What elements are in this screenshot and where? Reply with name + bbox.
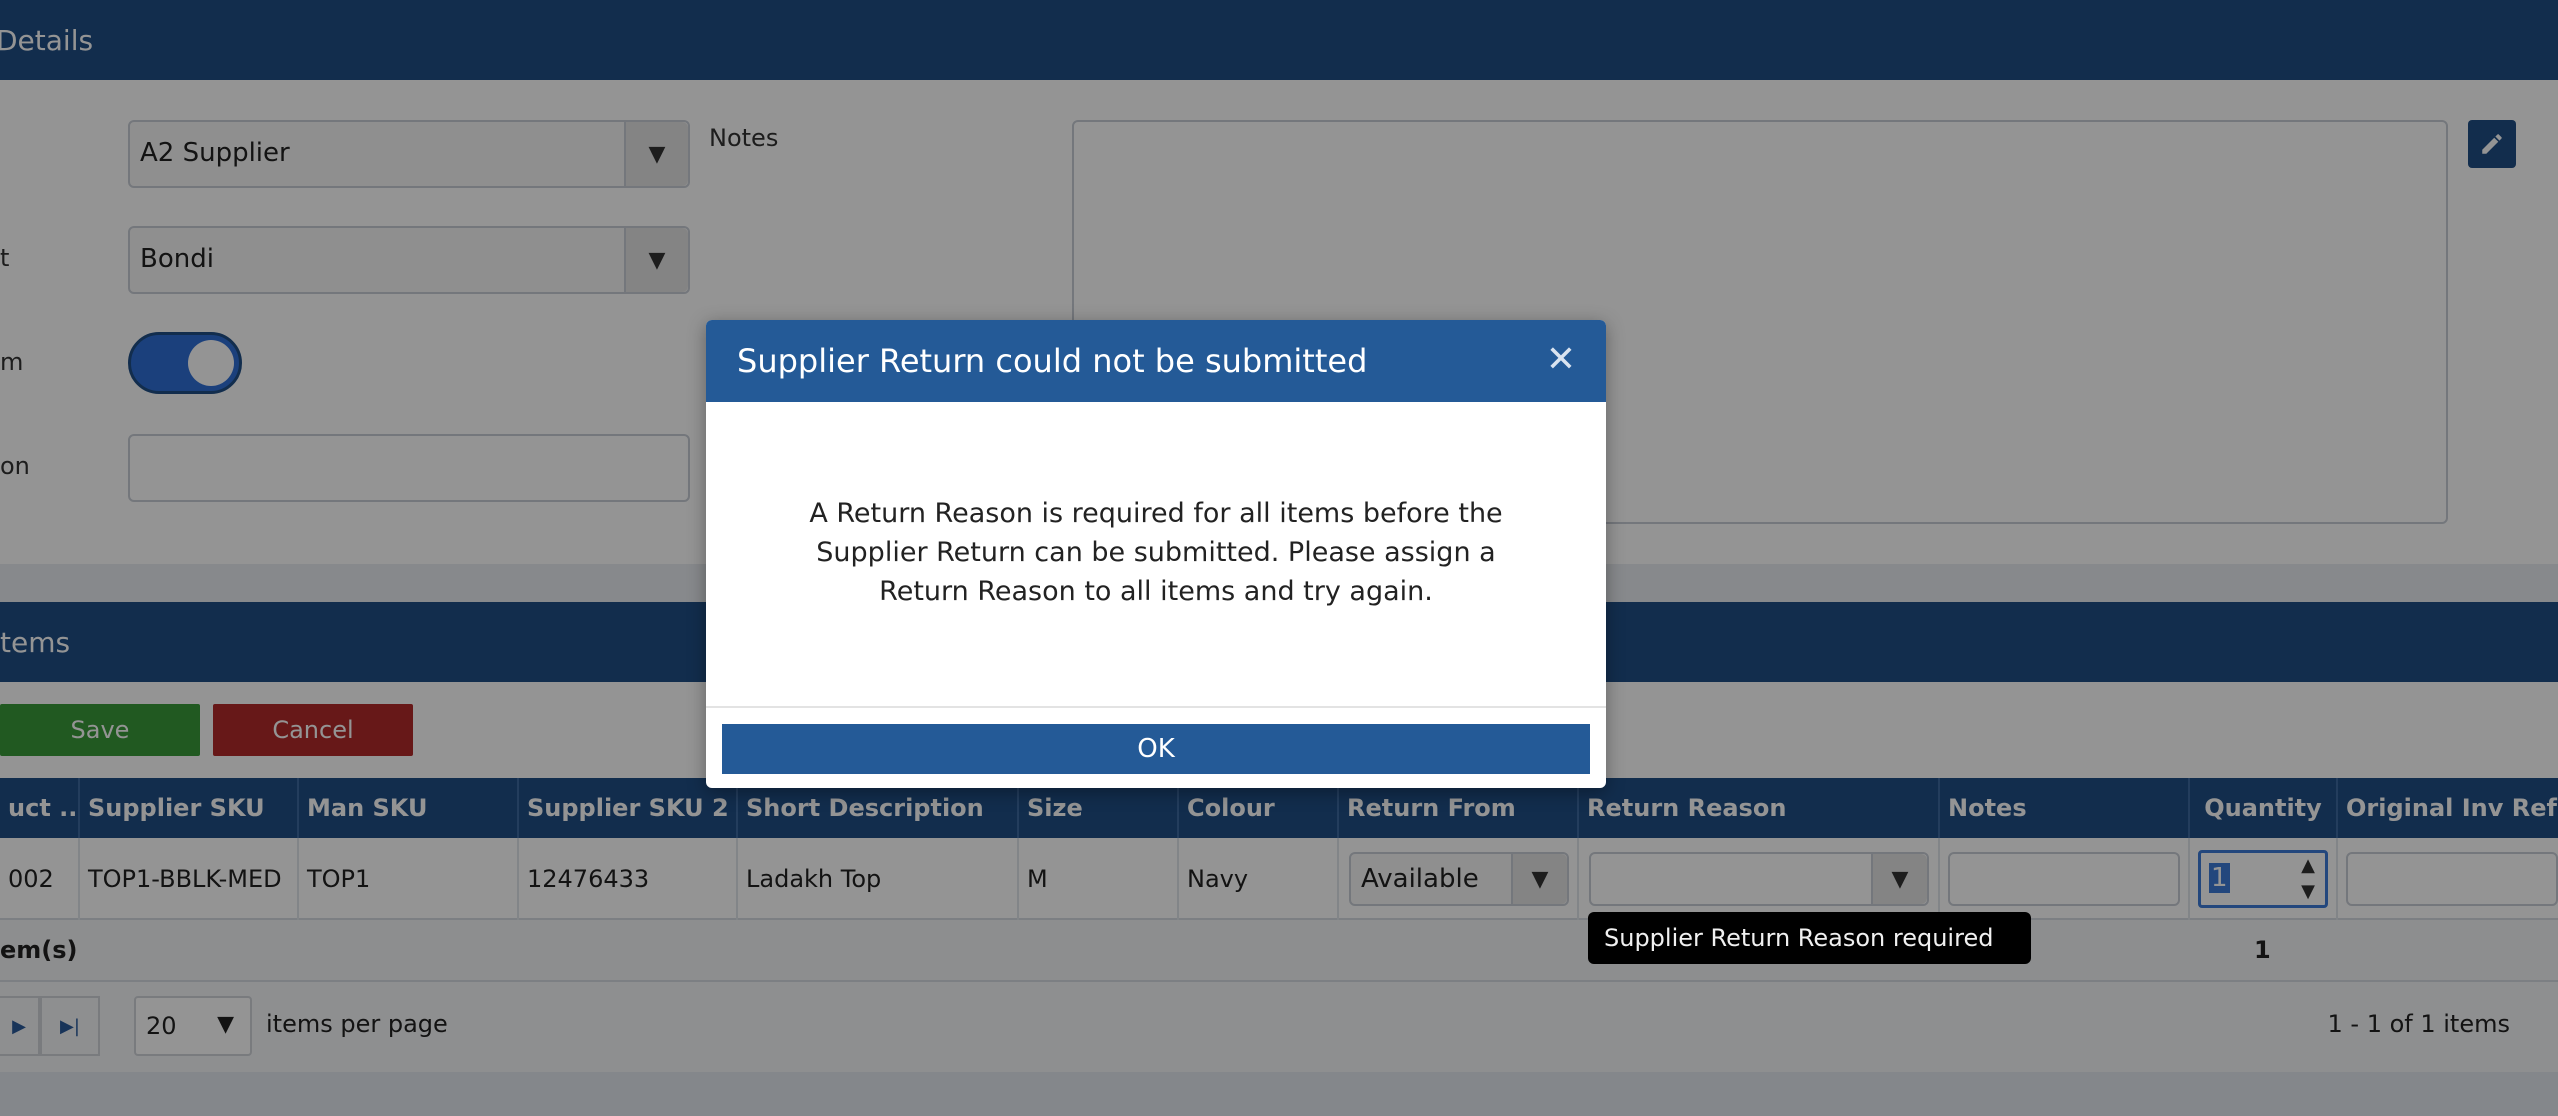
dialog-title: Supplier Return could not be submitted xyxy=(737,342,1368,380)
ok-button[interactable]: OK xyxy=(722,724,1590,774)
validation-tooltip-text: Supplier Return Reason required xyxy=(1604,924,1994,952)
supplier-return-page: Details A2 Supplier ▼ t Bondi ▼ m on Not… xyxy=(0,0,2558,1116)
error-dialog: Supplier Return could not be submitted ✕… xyxy=(706,320,1606,788)
dialog-footer: OK xyxy=(706,706,1606,788)
validation-tooltip: Supplier Return Reason required xyxy=(1588,912,2031,964)
dialog-message: A Return Reason is required for all item… xyxy=(809,498,1503,607)
dialog-header: Supplier Return could not be submitted ✕ xyxy=(706,320,1606,402)
close-icon[interactable]: ✕ xyxy=(1546,340,1576,380)
